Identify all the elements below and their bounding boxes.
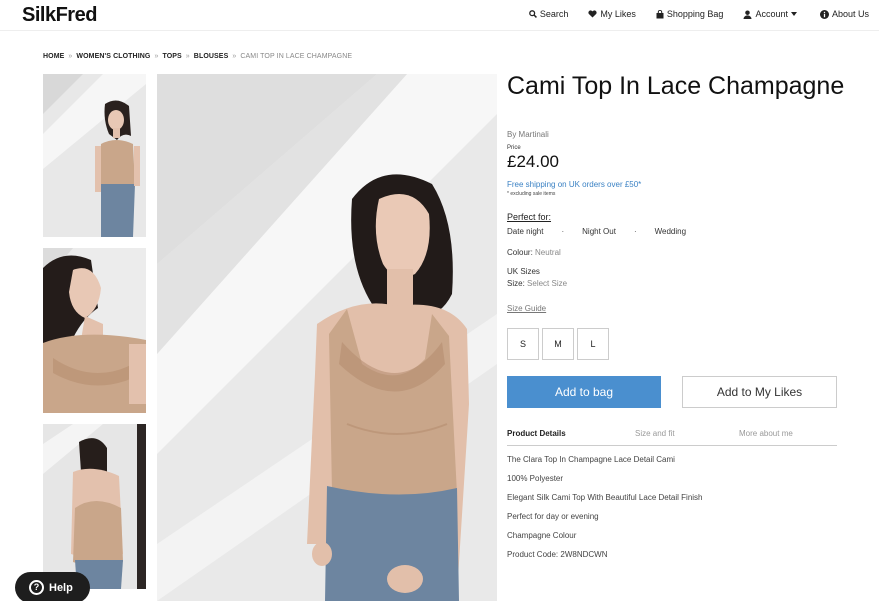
product-price: £24.00 bbox=[507, 152, 559, 171]
colour-value: Neutral bbox=[535, 248, 561, 257]
detail-line: Elegant Silk Cami Top With Beautiful Lac… bbox=[507, 493, 703, 502]
add-to-bag-button[interactable]: Add to bag bbox=[507, 376, 661, 408]
help-button[interactable]: ? Help bbox=[15, 572, 90, 601]
model-photo-main bbox=[157, 74, 497, 601]
breadcrumb-separator: » bbox=[232, 53, 237, 60]
nav-search[interactable]: Search bbox=[528, 9, 569, 19]
breadcrumb-current: CAMI TOP IN LACE CHAMPAGNE bbox=[240, 53, 353, 60]
product-title: Cami Top In Lace Champagne bbox=[507, 72, 845, 100]
tab-size-and-fit[interactable]: Size and fit bbox=[635, 429, 675, 438]
breadcrumb-separator: » bbox=[185, 53, 190, 60]
model-photo-back bbox=[43, 424, 146, 589]
heart-icon bbox=[588, 10, 597, 18]
nav-about[interactable]: About Us bbox=[819, 9, 869, 19]
size-option-l[interactable]: L bbox=[577, 328, 609, 360]
size-value: Select Size bbox=[527, 279, 568, 288]
perfect-for-list: Date night · Night Out · Wedding bbox=[507, 227, 686, 236]
nav-shopping-bag-label: Shopping Bag bbox=[666, 9, 724, 19]
free-shipping-note[interactable]: Free shipping on UK orders over £50* bbox=[507, 180, 641, 189]
model-photo-closeup bbox=[43, 248, 146, 413]
detail-line: The Clara Top In Champagne Lace Detail C… bbox=[507, 455, 675, 464]
tab-more-about-me[interactable]: More about me bbox=[739, 429, 793, 438]
top-bar: SilkFred Search My Likes Shopping Bag Ac… bbox=[0, 0, 879, 31]
price-label: Price bbox=[507, 145, 521, 151]
nav-my-likes-label: My Likes bbox=[600, 9, 636, 19]
breadcrumb-blouses[interactable]: BLOUSES bbox=[194, 53, 229, 60]
shopping-bag-icon bbox=[656, 9, 664, 19]
caret-down-icon bbox=[790, 12, 797, 16]
detail-line: Perfect for day or evening bbox=[507, 512, 599, 521]
nav-about-label: About Us bbox=[831, 9, 869, 19]
perfect-for-label: Perfect for: bbox=[507, 212, 552, 222]
bullet-separator: · bbox=[633, 227, 637, 236]
nav-shopping-bag[interactable]: Shopping Bag bbox=[656, 9, 724, 19]
selected-size-line: Size: Select Size bbox=[507, 279, 567, 288]
shipping-footnote: * excluding sale items bbox=[507, 191, 556, 197]
main-nav: Search My Likes Shopping Bag Account Abo… bbox=[509, 9, 869, 19]
brand-byline[interactable]: By Martinali bbox=[507, 130, 549, 139]
occasion-tag[interactable]: Wedding bbox=[655, 227, 686, 236]
product-thumbnail-2[interactable] bbox=[43, 248, 146, 413]
nav-account[interactable]: Account bbox=[743, 9, 800, 19]
breadcrumb-separator: » bbox=[154, 53, 159, 60]
occasion-tag[interactable]: Night Out bbox=[582, 227, 616, 236]
detail-line: Champagne Colour bbox=[507, 531, 577, 540]
breadcrumb-tops[interactable]: TOPS bbox=[162, 53, 181, 60]
product-details-list: The Clara Top In Champagne Lace Detail C… bbox=[507, 455, 703, 569]
help-label: Help bbox=[49, 581, 73, 594]
colour-line: Colour: Neutral bbox=[507, 248, 561, 257]
occasion-tag[interactable]: Date night bbox=[507, 227, 543, 236]
detail-line: 100% Polyester bbox=[507, 474, 564, 483]
user-icon bbox=[743, 9, 752, 19]
size-option-m[interactable]: M bbox=[542, 328, 574, 360]
breadcrumb: HOME» WOMEN'S CLOTHING» TOPS» BLOUSES» CAMI … bbox=[43, 53, 352, 60]
product-thumbnail-3[interactable] bbox=[43, 424, 146, 589]
size-option-s[interactable]: S bbox=[507, 328, 539, 360]
product-thumbnail-1[interactable] bbox=[43, 74, 146, 237]
info-icon bbox=[819, 9, 829, 19]
breadcrumb-womens-clothing[interactable]: WOMEN'S CLOTHING bbox=[76, 53, 150, 60]
nav-search-label: Search bbox=[539, 9, 569, 19]
question-icon: ? bbox=[29, 580, 44, 595]
detail-line: Product Code: 2W8NDCWN bbox=[507, 550, 608, 559]
colour-label: Colour: bbox=[507, 248, 533, 257]
add-to-likes-button[interactable]: Add to My Likes bbox=[682, 376, 837, 408]
breadcrumb-home[interactable]: HOME bbox=[43, 53, 64, 60]
nav-account-label: Account bbox=[755, 9, 788, 19]
product-main-image[interactable] bbox=[157, 74, 497, 601]
bullet-separator: · bbox=[561, 227, 565, 236]
search-icon bbox=[528, 10, 537, 18]
breadcrumb-separator: » bbox=[68, 53, 73, 60]
tab-product-details[interactable]: Product Details bbox=[507, 429, 566, 438]
size-label: Size: bbox=[507, 279, 525, 288]
site-logo[interactable]: SilkFred bbox=[22, 4, 97, 27]
model-photo-front bbox=[43, 74, 146, 237]
size-system-label: UK Sizes bbox=[507, 267, 540, 276]
size-guide-link[interactable]: Size Guide bbox=[507, 304, 546, 313]
product-tabs: Product Details Size and fit More about … bbox=[507, 424, 837, 446]
nav-my-likes[interactable]: My Likes bbox=[588, 9, 636, 19]
